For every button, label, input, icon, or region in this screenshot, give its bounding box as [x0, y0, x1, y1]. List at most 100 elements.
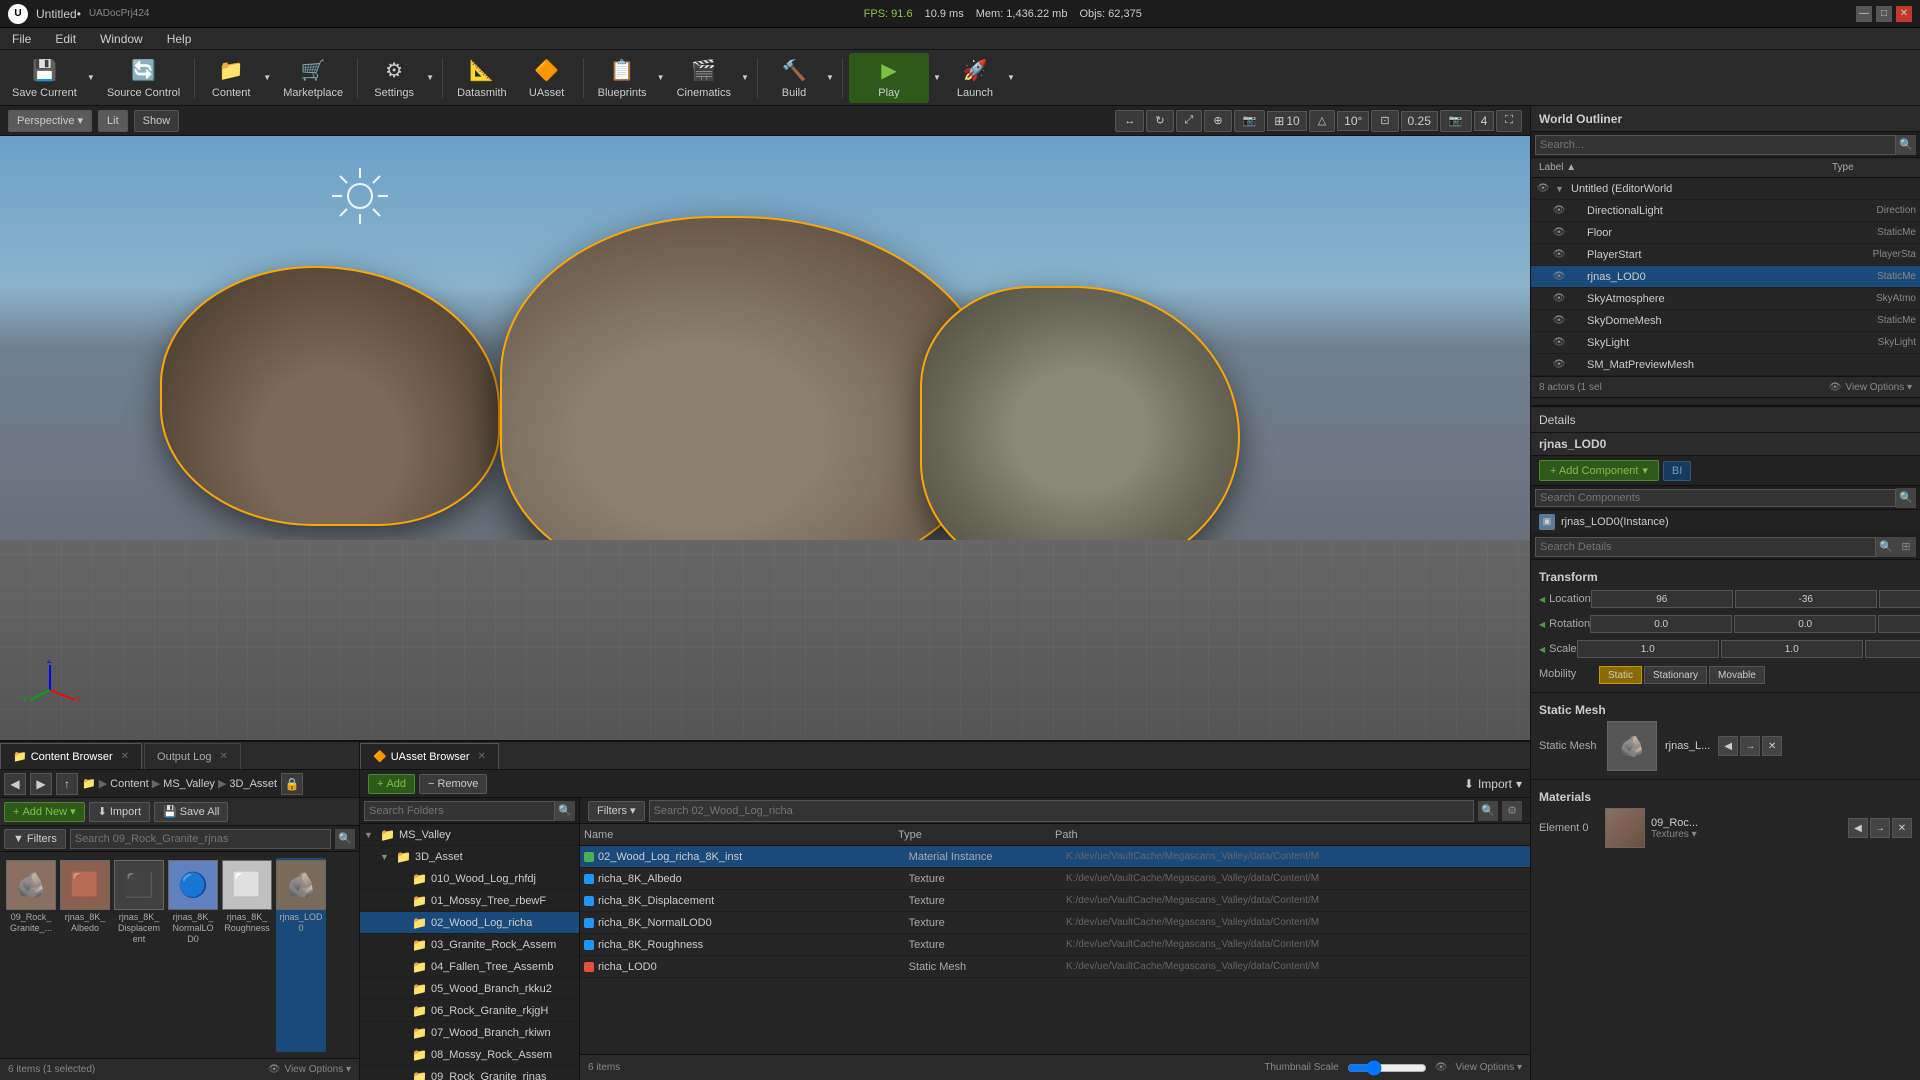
folder-item-0[interactable]: ▼ 📁 MS_Valley — [360, 824, 579, 846]
save-dropdown[interactable]: ▼ — [85, 53, 97, 103]
folder-item-2[interactable]: 📁 010_Wood_Log_rhfdj — [360, 868, 579, 890]
angle-value[interactable]: 10° — [1337, 111, 1369, 131]
location-z-input[interactable] — [1879, 590, 1920, 608]
grid-size[interactable]: ⊞ 10 — [1267, 111, 1306, 131]
mat-browse-button[interactable]: ◀ — [1848, 818, 1868, 838]
forward-button[interactable]: ▶ — [30, 773, 52, 795]
cb-item-4[interactable]: ⬜ rjnas_8K_Roughness — [222, 858, 272, 1052]
ub-import-label[interactable]: Import — [1478, 777, 1512, 791]
col-type[interactable]: Type — [898, 829, 1055, 841]
folder-search-input[interactable] — [364, 801, 555, 821]
location-y-input[interactable] — [1735, 590, 1877, 608]
file-row-2[interactable]: richa_8K_Displacement Texture K:/dev/ue/… — [580, 890, 1530, 912]
import-button[interactable]: ⬇ Import — [89, 802, 150, 822]
build-button[interactable]: 🔨 Build — [764, 53, 824, 103]
mesh-arrow-button[interactable]: → — [1740, 736, 1760, 756]
movable-mobility-button[interactable]: Movable — [1709, 666, 1765, 684]
outliner-row-8[interactable]: 👁 SM_MatPreviewMesh — [1531, 354, 1920, 376]
cb-item-1[interactable]: 🟫 rjnas_8K_Albedo — [60, 858, 110, 1052]
scale-button[interactable]: ⤢ — [1176, 110, 1203, 132]
scale-y-input[interactable] — [1721, 640, 1863, 658]
bi-button[interactable]: BI — [1663, 461, 1691, 481]
search-details-input[interactable] — [1535, 537, 1876, 557]
ub-search-input[interactable] — [649, 800, 1474, 822]
scale-x-input[interactable] — [1577, 640, 1719, 658]
uasset-button[interactable]: 🔶 UAsset — [517, 53, 577, 103]
mat-clear-button[interactable]: ✕ — [1892, 818, 1912, 838]
cb-item-0[interactable]: 🪨 09_Rock_Granite_... — [6, 858, 56, 1052]
close-button[interactable]: ✕ — [1896, 6, 1912, 22]
add-component-button[interactable]: + Add Component ▾ — [1539, 460, 1659, 481]
cinematics-dropdown[interactable]: ▼ — [739, 53, 751, 103]
file-row-5[interactable]: richa_LOD0 Static Mesh K:/dev/ue/VaultCa… — [580, 956, 1530, 978]
folder-item-9[interactable]: 📁 07_Wood_Branch_rkiwn — [360, 1022, 579, 1044]
play-dropdown[interactable]: ▼ — [931, 53, 943, 103]
world-local-button[interactable]: ⊕ — [1204, 110, 1231, 132]
up-button[interactable]: ↑ — [56, 773, 78, 795]
col-path[interactable]: Path — [1055, 829, 1526, 841]
content-browser-tab-close[interactable]: ✕ — [121, 751, 129, 762]
output-log-tab-close[interactable]: ✕ — [219, 751, 227, 762]
camera-value[interactable]: 4 — [1474, 111, 1495, 131]
folder-item-11[interactable]: 📁 09_Rock_Granite_rjnas — [360, 1066, 579, 1080]
folder-item-5[interactable]: 📁 03_Granite_Rock_Assem — [360, 934, 579, 956]
file-row-0[interactable]: 02_Wood_Log_richa_8K_inst Material Insta… — [580, 846, 1530, 868]
ub-add-button[interactable]: + Add — [368, 774, 415, 794]
datasmith-button[interactable]: 📐 Datasmith — [449, 53, 515, 103]
folder-item-1[interactable]: ▼ 📁 3D_Asset — [360, 846, 579, 868]
menu-edit[interactable]: Edit — [43, 28, 88, 49]
view-options[interactable]: View Options ▾ — [284, 1064, 351, 1075]
component-search-button[interactable]: 🔍 — [1896, 488, 1916, 508]
menu-help[interactable]: Help — [155, 28, 204, 49]
cb-item-3[interactable]: 🔵 rjnas_8K_NormalLOD0 — [168, 858, 218, 1052]
outliner-row-5[interactable]: 👁 SkyAtmosphere SkyAtmo — [1531, 288, 1920, 310]
blueprints-button[interactable]: 📋 Blueprints — [590, 53, 655, 103]
show-button[interactable]: Show — [134, 110, 180, 132]
viewport[interactable]: X Y Z — [0, 136, 1530, 740]
rotate-button[interactable]: ↻ — [1146, 110, 1173, 132]
search-details-button[interactable]: 🔍 — [1876, 537, 1896, 557]
settings-button[interactable]: ⚙ Settings — [364, 53, 424, 103]
file-row-3[interactable]: richa_8K_NormalLOD0 Texture K:/dev/ue/Va… — [580, 912, 1530, 934]
rotation-z-input[interactable] — [1878, 615, 1920, 633]
col-name[interactable]: Name — [584, 829, 898, 841]
cb-search-button[interactable]: 🔍 — [335, 829, 355, 849]
ub-filters-button[interactable]: Filters ▾ — [588, 801, 645, 821]
cb-item-2[interactable]: ⬛ rjnas_8K_Displacement — [114, 858, 164, 1052]
content-button[interactable]: 📁 Content — [201, 53, 261, 103]
rotation-x-input[interactable] — [1590, 615, 1732, 633]
stationary-mobility-button[interactable]: Stationary — [1644, 666, 1707, 684]
folder-search-button[interactable]: 🔍 — [555, 801, 575, 821]
folder-item-4[interactable]: 📁 02_Wood_Log_richa — [360, 912, 579, 934]
cb-item-5[interactable]: 🪨 rjnas_LOD0 — [276, 858, 326, 1052]
lit-button[interactable]: Lit — [98, 110, 128, 132]
angle-snapping-button[interactable]: △ — [1309, 110, 1335, 132]
outliner-search-button[interactable]: 🔍 — [1896, 135, 1916, 155]
breadcrumb-3d-asset[interactable]: 3D_Asset — [229, 778, 277, 790]
outliner-row-2[interactable]: 👁 Floor StaticMe — [1531, 222, 1920, 244]
static-mobility-button[interactable]: Static — [1599, 666, 1642, 684]
marketplace-button[interactable]: 🛒 Marketplace — [275, 53, 351, 103]
outliner-row-1[interactable]: 👁 DirectionalLight Direction — [1531, 200, 1920, 222]
outliner-view-options[interactable]: View Options ▾ — [1845, 382, 1912, 393]
mesh-clear-button[interactable]: ✕ — [1762, 736, 1782, 756]
folder-item-6[interactable]: 📁 04_Fallen_Tree_Assemb — [360, 956, 579, 978]
build-dropdown[interactable]: ▼ — [824, 53, 836, 103]
minimize-button[interactable]: — — [1856, 6, 1872, 22]
lock-button[interactable]: 🔒 — [281, 773, 303, 795]
details-grid-button[interactable]: ⊞ — [1896, 537, 1916, 557]
blueprints-dropdown[interactable]: ▼ — [655, 53, 667, 103]
scale-z-input[interactable] — [1865, 640, 1920, 658]
outliner-row-6[interactable]: 👁 SkyDomeMesh StaticMe — [1531, 310, 1920, 332]
perspective-button[interactable]: Perspective ▾ — [8, 110, 92, 132]
content-browser-search[interactable] — [70, 829, 331, 849]
breadcrumb-content[interactable]: Content — [110, 778, 149, 790]
ub-remove-button[interactable]: − Remove — [419, 774, 487, 794]
menu-file[interactable]: File — [0, 28, 43, 49]
outliner-row-7[interactable]: 👁 SkyLight SkyLight — [1531, 332, 1920, 354]
folder-item-10[interactable]: 📁 08_Mossy_Rock_Assem — [360, 1044, 579, 1066]
folder-item-3[interactable]: 📁 01_Mossy_Tree_rbewF — [360, 890, 579, 912]
mesh-browse-button[interactable]: ◀ — [1718, 736, 1738, 756]
cinematics-button[interactable]: 🎬 Cinematics — [669, 53, 739, 103]
outliner-row-4[interactable]: 👁 rjnas_LOD0 StaticMe — [1531, 266, 1920, 288]
